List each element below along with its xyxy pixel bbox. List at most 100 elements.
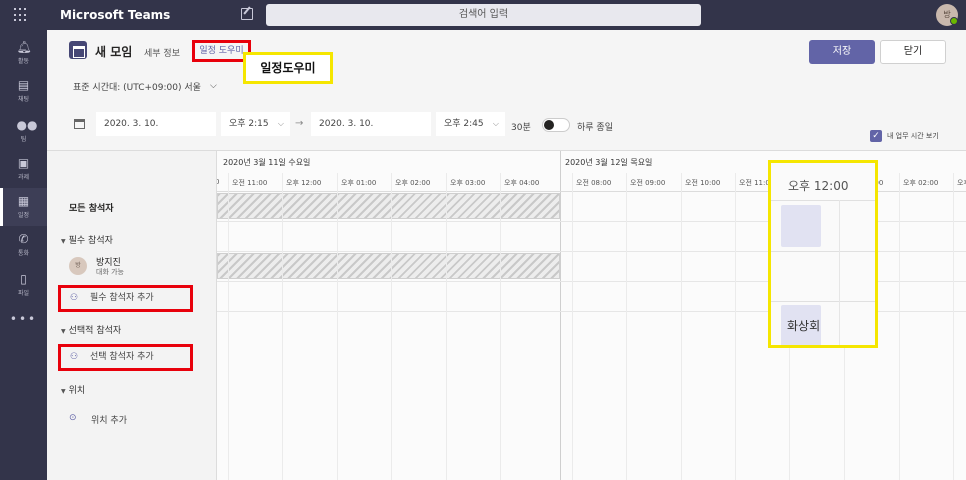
section-label: 필수 참석자 xyxy=(68,236,113,246)
start-time-value: 오후 2:15 xyxy=(229,119,269,129)
optional-section-toggle[interactable]: ▼ 선택적 참석자 xyxy=(61,323,121,336)
rail-item-label: 과제 xyxy=(17,174,30,181)
hour-line xyxy=(391,173,392,480)
chevron-down-icon[interactable]: ⌵ xyxy=(210,81,217,91)
caret-down-icon: ▼ xyxy=(61,388,66,395)
hour-line xyxy=(899,173,900,480)
hour-line xyxy=(446,173,447,480)
start-time-field[interactable]: 오후 2:15 ⌵ xyxy=(221,112,290,136)
compose-icon[interactable] xyxy=(241,8,253,20)
hour-label: 오후 03:00 xyxy=(957,179,966,187)
busy-block xyxy=(217,193,560,219)
chevron-down-icon: ⌵ xyxy=(277,119,284,128)
rail-item-label: 일정 xyxy=(17,212,30,219)
caret-down-icon: ▼ xyxy=(61,328,66,335)
more-apps-icon[interactable]: ••• xyxy=(0,312,47,326)
attendee-panel: 모든 참석자 ▼ 필수 참석자 방 방지진 대화 가능 ⚇ 필수 참석자 추가 ▼ 선… xyxy=(47,151,217,480)
rail-item-calendar[interactable]: ▦ 일정 xyxy=(0,188,47,226)
app-launcher-icon[interactable] xyxy=(14,8,28,22)
annotation-callout: 일정도우미 xyxy=(243,52,333,84)
hour-line xyxy=(953,173,954,480)
save-button[interactable]: 저장 xyxy=(809,40,875,64)
zoom-time-label: 오후 12:00 xyxy=(788,179,849,193)
rail-item-activity[interactable]: 🔔︎ 활동 xyxy=(0,34,47,72)
page-title: 새 모임 xyxy=(95,45,133,59)
end-date-field[interactable]: 2020. 3. 10. xyxy=(311,112,431,136)
busy-block xyxy=(217,253,560,279)
rail-item-label: 채팅 xyxy=(17,96,30,103)
all-day-toggle[interactable] xyxy=(542,118,570,132)
rail-item-chat[interactable]: ▤ 채팅 xyxy=(0,72,47,110)
availability-block xyxy=(781,205,821,247)
rail-item-teams[interactable]: ●● 팀 xyxy=(0,112,47,150)
bell-icon: 🔔︎ xyxy=(16,40,32,54)
tab-details[interactable]: 세부 정보 xyxy=(144,46,180,59)
hour-line xyxy=(500,173,501,480)
search-input[interactable]: 검색어 입력 xyxy=(266,4,701,26)
zoom-callout: 오후 12:00 화상회 xyxy=(768,160,878,348)
add-person-icon: ⚇ xyxy=(70,352,79,362)
app-rail: 🔔︎ 활동 ▤ 채팅 ●● 팀 ▣ 과제 ▦ 일정 ✆ 통화 ▯ 파일 ••• xyxy=(0,30,47,480)
hour-label: 오전 09:00 xyxy=(630,179,666,187)
add-location-button[interactable]: 위치 추가 xyxy=(91,413,127,426)
hour-label: 오후 03:00 xyxy=(450,179,486,187)
hour-label-edge: 0 xyxy=(217,178,220,186)
rail-item-label: 팀 xyxy=(20,136,27,143)
timezone-selector[interactable]: 표준 시간대: (UTC+09:00) 서울 xyxy=(73,80,201,93)
attendee-status: 대화 가능 xyxy=(96,268,124,276)
hour-line xyxy=(572,173,573,480)
hour-label: 오전 08:00 xyxy=(576,179,612,187)
location-pin-icon: ⊙ xyxy=(69,413,77,423)
hour-label: 오후 04:00 xyxy=(504,179,540,187)
location-section-toggle[interactable]: ▼ 위치 xyxy=(61,383,85,396)
hour-line xyxy=(228,173,229,480)
hour-line xyxy=(681,173,682,480)
start-date-value: 2020. 3. 10. xyxy=(104,119,159,129)
app-name: Microsoft Teams xyxy=(60,8,171,22)
file-icon: ▯ xyxy=(20,272,27,286)
hour-label: 오후 02:00 xyxy=(903,179,939,187)
start-date-field[interactable]: 2020. 3. 10. xyxy=(96,112,216,136)
presence-badge xyxy=(950,17,958,25)
hour-line xyxy=(626,173,627,480)
toggle-knob xyxy=(544,120,554,130)
section-label: 선택적 참석자 xyxy=(68,326,122,336)
close-button[interactable]: 닫기 xyxy=(880,40,946,64)
end-time-value: 오후 2:45 xyxy=(444,119,484,129)
phone-icon: ✆ xyxy=(18,232,29,246)
rail-item-label: 통화 xyxy=(17,250,30,257)
calendar-icon xyxy=(74,119,85,129)
hour-line xyxy=(839,200,840,345)
chevron-down-icon: ⌵ xyxy=(492,119,499,128)
work-hours-label: 내 업무 시간 보기 xyxy=(887,132,939,140)
title-bar: Microsoft Teams 검색어 입력 방 xyxy=(0,0,966,30)
chat-icon: ▤ xyxy=(17,78,30,92)
all-day-label: 하루 종일 xyxy=(577,123,613,133)
rail-item-calls[interactable]: ✆ 통화 xyxy=(0,226,47,264)
teams-icon: ●● xyxy=(16,118,38,132)
rail-item-files[interactable]: ▯ 파일 xyxy=(0,266,47,304)
hour-label: 오전 10:00 xyxy=(685,179,721,187)
required-section-toggle[interactable]: ▼ 필수 참석자 xyxy=(61,233,113,246)
avatar: 방 xyxy=(69,257,87,275)
calendar-icon: ▦ xyxy=(17,194,30,208)
assignments-icon: ▣ xyxy=(17,156,30,170)
end-time-field[interactable]: 오후 2:45 ⌵ xyxy=(436,112,505,136)
all-attendees-heading: 모든 참석자 xyxy=(69,204,114,214)
rail-item-label: 파일 xyxy=(17,290,30,297)
date-header: 2020년 3월 12일 목요일 xyxy=(565,158,653,167)
hour-label: 오후 12:00 xyxy=(286,179,322,187)
row-rule xyxy=(771,251,875,252)
day-divider xyxy=(560,151,561,480)
rail-item-assignments[interactable]: ▣ 과제 xyxy=(0,150,47,188)
meeting-label: 화상회 xyxy=(787,319,821,333)
add-optional-attendee-button[interactable]: ⚇ 선택 참석자 추가 xyxy=(58,344,193,371)
add-required-attendee-button[interactable]: ⚇ 필수 참석자 추가 xyxy=(58,285,193,312)
hour-line xyxy=(282,173,283,480)
hour-line xyxy=(735,173,736,480)
hour-label: 오후 01:00 xyxy=(341,179,377,187)
hour-line xyxy=(337,173,338,480)
add-required-label: 필수 참석자 추가 xyxy=(90,293,154,303)
work-hours-checkbox[interactable]: ✓ xyxy=(870,130,882,142)
row-rule xyxy=(771,200,875,201)
